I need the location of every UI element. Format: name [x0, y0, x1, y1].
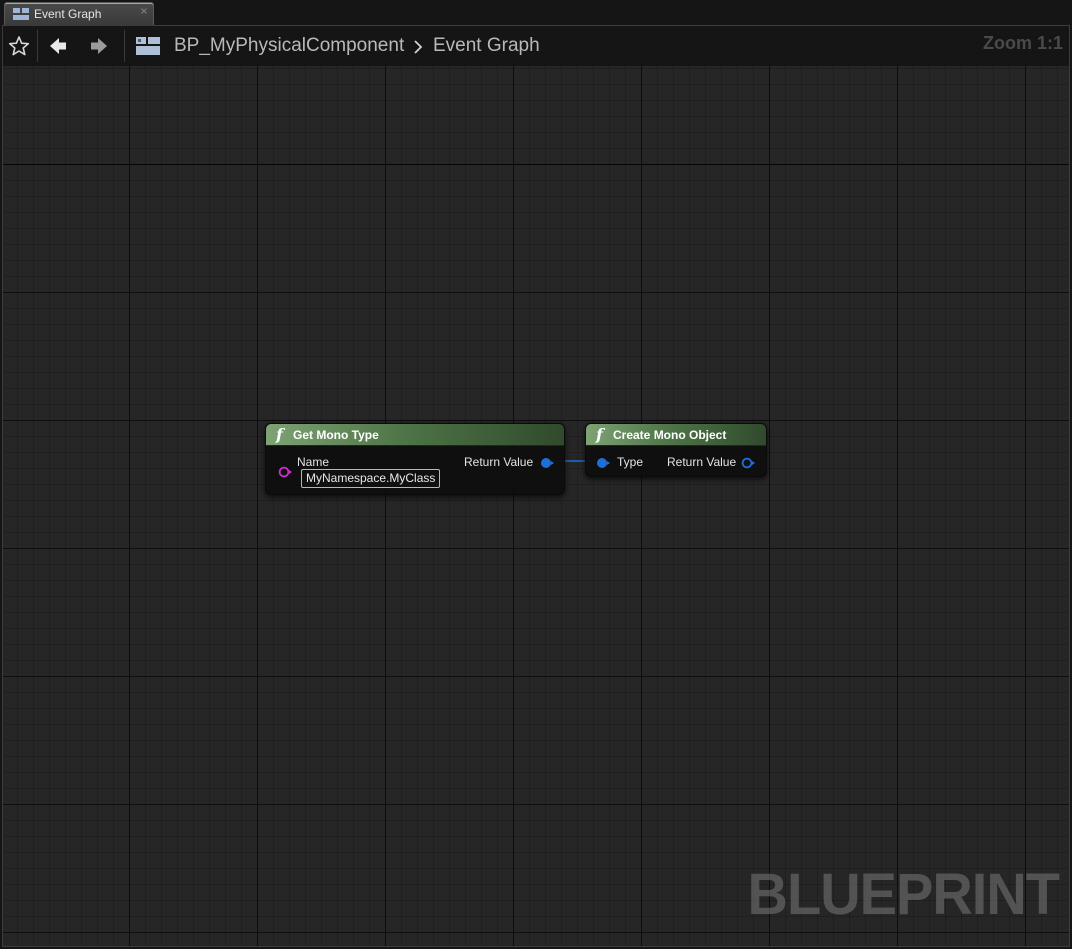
arrow-left-icon [50, 38, 66, 54]
graph-toolbar: BP_MyPhysicalComponent Event Graph Zoom … [3, 26, 1069, 66]
blueprint-editor: Event Graph × BP_MyPhysicalComponent Eve… [0, 0, 1072, 949]
back-button[interactable] [46, 34, 70, 58]
toolbar-separator [124, 30, 125, 62]
node-create-mono-object[interactable]: f Create Mono Object Type Return Value [585, 423, 767, 477]
pin-label-return-value: Return Value [667, 455, 737, 469]
arrow-right-icon [91, 38, 107, 54]
string-input-pin[interactable] [278, 466, 292, 478]
tab-label: Event Graph [34, 7, 102, 21]
pin-label-name: Name [297, 455, 330, 469]
forward-button[interactable] [87, 34, 111, 58]
tab-close-icon[interactable]: × [139, 7, 149, 17]
node-title: Create Mono Object [613, 428, 727, 442]
object-input-pin[interactable] [596, 457, 610, 469]
blueprint-asset-icon [136, 37, 160, 55]
star-icon [8, 36, 30, 56]
favorite-button[interactable] [7, 34, 31, 58]
node-header[interactable]: f Create Mono Object [586, 424, 766, 446]
breadcrumb-asset[interactable]: BP_MyPhysicalComponent [174, 35, 404, 57]
tab-strip: Event Graph × [0, 0, 1072, 25]
object-output-pin[interactable] [741, 457, 755, 469]
blueprint-graph-icon [13, 8, 29, 20]
zoom-level: Zoom 1:1 [982, 33, 1063, 53]
grid-origin-line [3, 164, 1069, 165]
node-header[interactable]: f Get Mono Type [266, 424, 564, 446]
chevron-right-icon [414, 40, 423, 54]
function-icon: f [596, 425, 603, 444]
function-icon: f [276, 425, 283, 444]
name-text-input[interactable]: MyNamespace.MyClass [301, 469, 440, 488]
toolbar-separator [37, 30, 38, 62]
graph-canvas[interactable]: BP_MyPhysicalComponent Event Graph Zoom … [2, 25, 1070, 947]
node-get-mono-type[interactable]: f Get Mono Type Name MyNamespace.MyClass… [265, 423, 565, 495]
node-title: Get Mono Type [293, 428, 379, 442]
breadcrumb-graph[interactable]: Event Graph [433, 35, 540, 57]
blueprint-watermark: BLUEPRINT [747, 860, 1060, 927]
pin-label-type: Type [617, 455, 644, 469]
pin-label-return-value: Return Value [464, 455, 534, 469]
object-output-pin[interactable] [540, 457, 554, 469]
tab-event-graph[interactable]: Event Graph × [4, 2, 154, 25]
